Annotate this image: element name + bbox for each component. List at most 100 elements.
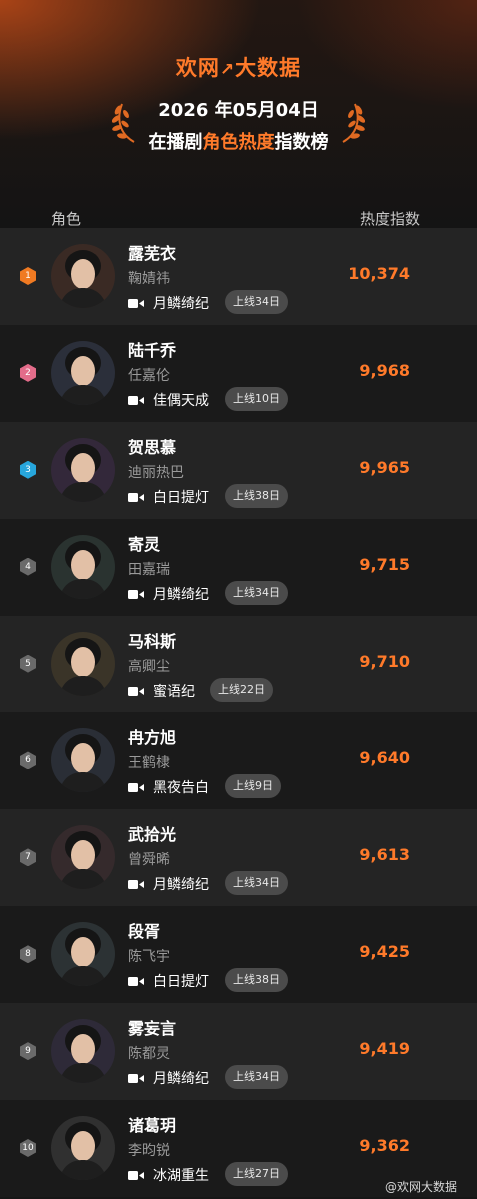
days-online-badge: 上线38日 [225,968,288,993]
avatar-portrait-icon [51,244,115,308]
ranking-row[interactable]: 3 贺思慕 迪丽热巴 白日提灯 上线38日 9,965 [0,421,477,519]
days-online-badge: 上线22日 [210,677,273,702]
heat-score: 9,715 [359,554,410,574]
avatar[interactable] [51,244,115,308]
video-camera-icon [128,299,144,308]
avatar[interactable] [51,1116,115,1181]
days-online-badge: 上线34日 [225,871,288,896]
actor-name: 高卿尘 [128,658,170,675]
actor-name: 任嘉伦 [128,367,170,384]
watermark: @欢网大数据 [384,1180,457,1194]
brand-logo: 欢网↗大数据 [0,52,477,82]
rank-badge: 6 [20,751,36,770]
days-online-badge: 上线9日 [225,774,281,799]
drama-title: 月鳞绮纪 [153,1071,209,1088]
heat-score: 9,425 [359,942,410,962]
drama-title: 佳偶天成 [153,392,209,409]
avatar[interactable] [51,631,115,696]
actor-name: 陈飞宇 [128,949,170,966]
video-camera-icon [128,686,144,696]
days-online-badge: 上线10日 [225,386,288,411]
video-camera-icon [128,395,144,405]
days-online-badge: 上线38日 [225,483,288,508]
drama-title: 冰湖重生 [153,1168,209,1185]
rank-badge: 10 [20,1139,36,1158]
video-camera-icon [128,880,144,890]
role-name: 露芜衣 [128,244,177,263]
avatar[interactable] [51,534,115,599]
rank-badge: 8 [20,945,36,964]
days-online-badge: 上线34日 [225,1065,288,1090]
drama-title: 白日提灯 [153,974,209,991]
actor-name: 陈都灵 [128,1046,170,1063]
days-online-badge: 上线27日 [225,1162,288,1187]
role-name: 寄灵 [128,534,161,554]
video-camera-icon [128,1171,144,1181]
drama-title: 月鳞绮纪 [153,877,209,894]
avatar[interactable] [51,340,115,405]
rank-badge: 9 [20,1042,36,1061]
avatar[interactable] [51,437,115,502]
heat-score: 9,640 [359,748,410,768]
rank-badge: 3 [20,460,36,479]
avatar[interactable] [51,1019,115,1084]
drama-title: 月鳞绮纪 [153,296,209,312]
drama-title: 黑夜告白 [153,780,209,797]
heat-score: 9,419 [359,1039,410,1059]
ranking-row[interactable]: 1 露芜衣鞠婧祎月鳞绮纪 上线34日 10,374 [0,228,477,325]
avatar-portrait-icon [51,1116,115,1181]
avatar-portrait-icon [51,1019,115,1084]
title-suffix: 指数榜 [274,132,329,153]
video-camera-icon [128,977,144,987]
role-name: 诸葛玥 [128,1116,177,1136]
ranking-row[interactable]: 8 段胥陈飞宇白日提灯 上线38日 9,425 [0,906,477,1004]
ranking-row[interactable]: 7 武拾光 曾舜晞 月鳞绮纪 上线34日 9,613 [0,809,477,907]
video-camera-icon [128,1074,144,1084]
role-name: 段胥 [128,922,161,942]
ranking-row[interactable]: 5 马科斯 高卿尘 蜜语纪 上线22日 9,710 [0,615,477,713]
logo-text-right: 大数据 [235,56,302,80]
ranking-list: 1 露芜衣 鞠婧祎 月鳞绮纪 上线34日 10,374 2 陆千乔 任嘉伦 佳偶天成 上线10日 9,… [0,228,477,1197]
avatar-portrait-icon [51,340,115,405]
heat-score: 9,965 [359,457,410,477]
actor-name: 迪丽热巴 [128,464,184,481]
heat-score: 9,710 [359,651,410,671]
header: 欢网↗大数据 2026 年05月04日 在播剧角色热度指数榜 角色 热度指数 [0,0,477,228]
heat-score: 10,374 [348,264,410,283]
logo-arrow-icon: ↗ [219,60,236,80]
actor-name: 鞠婧祎 [128,271,170,287]
avatar-portrait-icon [51,437,115,502]
role-name: 陆千乔 [128,340,177,360]
drama-title: 蜜语纪 [153,683,195,700]
avatar-portrait-icon [51,825,115,890]
avatar[interactable] [51,922,115,987]
rank-badge: 5 [20,654,36,673]
rank-badge: 7 [20,848,36,867]
avatar[interactable] [51,825,115,890]
actor-name: 李昀锐 [128,1143,170,1160]
role-name: 武拾光 [128,825,177,845]
heat-score: 9,613 [359,845,410,865]
video-camera-icon [128,783,144,793]
role-name: 冉方旭 [128,728,177,748]
rank-badge: 1 [20,267,36,285]
ranking-row[interactable]: 6 冉方旭 王鹤棣 黑夜告白 上线9日 9,640 [0,712,477,810]
title-prefix: 在播剧 [148,132,203,153]
column-header-role: 角色 [51,210,82,228]
avatar[interactable] [51,728,115,793]
ranking-date: 2026 年05月04日 [158,100,319,121]
video-camera-icon [128,492,144,502]
ranking-row[interactable]: 4 寄灵 田嘉瑞 月鳞绮纪 上线34日 9,715 [0,518,477,616]
ranking-title: 在播剧角色热度指数榜 [0,128,477,154]
drama-title: 月鳞绮纪 [153,586,209,603]
ranking-row[interactable]: 2 陆千乔 任嘉伦 佳偶天成 上线10日 9,968 [0,324,477,422]
video-camera-icon [128,589,144,599]
ranking-row[interactable]: 9 雾妄言陈都灵月鳞绮纪 上线34日 9,419 [0,1003,477,1101]
logo-text-left: 欢网 [175,56,220,80]
actor-name: 田嘉瑞 [128,561,170,578]
heat-score: 9,362 [359,1136,410,1156]
role-name: 雾妄言 [128,1019,177,1039]
rank-badge: 2 [20,363,36,382]
days-online-badge: 上线34日 [225,290,288,314]
column-header-heat-index: 热度指数 [360,210,421,228]
